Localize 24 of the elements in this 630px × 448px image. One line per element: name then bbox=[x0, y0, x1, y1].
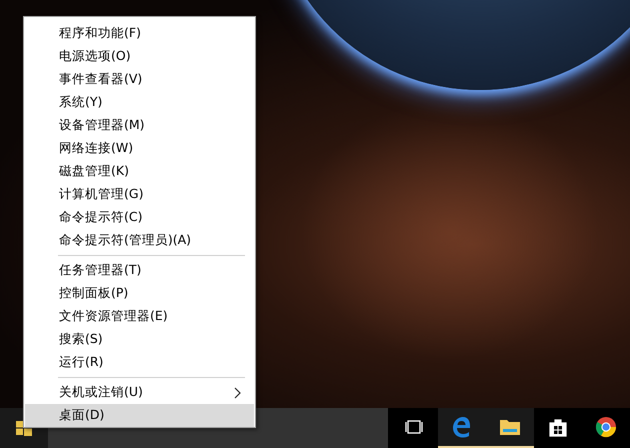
menu-item[interactable]: 事件查看器(V) bbox=[25, 68, 254, 91]
menu-item[interactable]: 桌面(D) bbox=[25, 404, 254, 427]
menu-item[interactable]: 网络连接(W) bbox=[25, 137, 254, 160]
menu-item[interactable]: 运行(R) bbox=[25, 351, 254, 374]
taskbar-app-button[interactable] bbox=[486, 408, 534, 448]
shopping-bag-icon bbox=[548, 417, 568, 437]
browser-e-icon bbox=[451, 416, 473, 438]
menu-item[interactable]: 电源选项(O) bbox=[25, 45, 254, 68]
menu-item[interactable]: 命令提示符(C) bbox=[25, 206, 254, 229]
menu-item[interactable]: 搜索(S) bbox=[25, 328, 254, 351]
folder-icon bbox=[499, 418, 521, 436]
menu-item[interactable]: 系统(Y) bbox=[25, 91, 254, 114]
menu-item[interactable]: 关机或注销(U) bbox=[25, 381, 254, 404]
browser-circle-icon bbox=[595, 416, 617, 438]
menu-item[interactable]: 控制面板(P) bbox=[25, 282, 254, 305]
menu-item[interactable]: 命令提示符(管理员)(A) bbox=[25, 229, 254, 252]
menu-item[interactable]: 任务管理器(T) bbox=[25, 259, 254, 282]
menu-item[interactable]: 文件资源管理器(E) bbox=[25, 305, 254, 328]
menu-item[interactable]: 程序和功能(F) bbox=[25, 22, 254, 45]
taskbar-app-button[interactable] bbox=[438, 408, 486, 448]
menu-item[interactable]: 磁盘管理(K) bbox=[25, 160, 254, 183]
menu-item[interactable]: 计算机管理(G) bbox=[25, 183, 254, 206]
task-view-icon bbox=[403, 420, 425, 434]
menu-item[interactable]: 设备管理器(M) bbox=[25, 114, 254, 137]
